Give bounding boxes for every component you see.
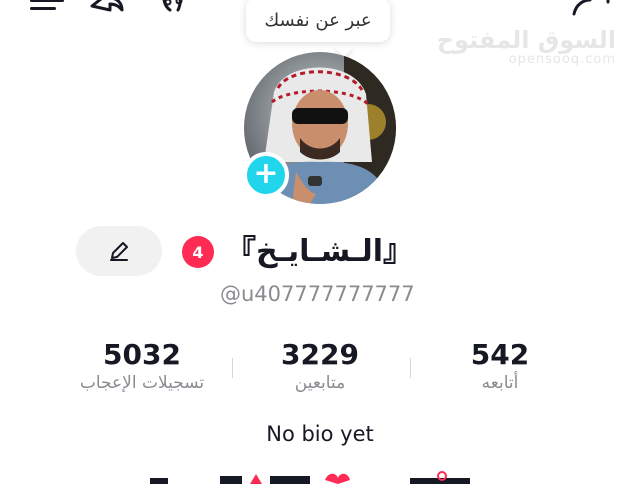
- footprint-icon[interactable]: [160, 0, 190, 14]
- following-stat[interactable]: 542 أتابعه: [410, 338, 590, 393]
- following-count: 542: [470, 338, 530, 371]
- followers-stat[interactable]: 3229 متابعين: [230, 338, 410, 393]
- menu-icon[interactable]: [30, 0, 64, 14]
- followers-label: متابعين: [294, 373, 346, 393]
- watermark-arabic: السوق المفتوح: [436, 26, 616, 54]
- edit-profile-button[interactable]: [76, 226, 162, 276]
- bio-prompt-bubble[interactable]: عبر عن نفسك: [246, 0, 390, 42]
- followers-count: 3229: [281, 338, 359, 371]
- share-icon[interactable]: [88, 0, 124, 14]
- bio-text[interactable]: No bio yet: [220, 422, 420, 446]
- likes-count: 5032: [103, 338, 181, 371]
- notification-badge[interactable]: 4: [182, 236, 214, 268]
- watermark-latin: opensooq.com: [508, 52, 616, 67]
- cut-off-row: [150, 471, 470, 484]
- likes-label: تسجيلات الإعجاب: [79, 373, 205, 393]
- likes-stat[interactable]: 5032 تسجيلات الإعجاب: [52, 338, 232, 393]
- username: @u407777777777: [220, 282, 415, 306]
- notification-count: 4: [192, 242, 204, 262]
- pencil-icon: [110, 242, 128, 261]
- add-avatar-button[interactable]: +: [243, 152, 289, 198]
- following-label: أتابعه: [481, 373, 519, 393]
- add-friend-icon[interactable]: [572, 0, 616, 16]
- display-name: 『الـشـايـخ』: [226, 234, 413, 269]
- watermark: السوق المفتوح opensooq.com: [437, 26, 616, 67]
- bio-prompt-text: عبر عن نفسك: [264, 9, 372, 31]
